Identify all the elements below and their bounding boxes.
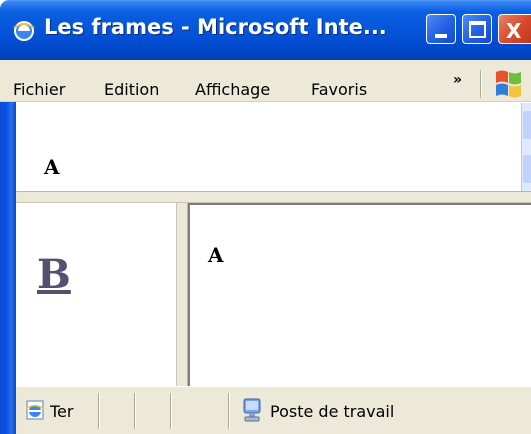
- status-bar: Ter Poste de travail: [16, 386, 531, 434]
- frame-right-text: A: [208, 243, 224, 267]
- frame-right: A: [188, 203, 531, 386]
- frame-splitter-vertical[interactable]: [176, 203, 188, 386]
- status-divider: [170, 393, 172, 429]
- maximize-icon: [469, 21, 486, 38]
- security-zone-label: Poste de travail: [270, 402, 395, 421]
- status-divider: [134, 393, 136, 429]
- window-title: Les frames - Microsoft Inte...: [44, 15, 387, 39]
- frame-top: A: [16, 103, 531, 191]
- frame-splitter-horizontal[interactable]: [16, 191, 531, 203]
- status-divider: [98, 393, 100, 429]
- ie-icon[interactable]: [12, 19, 36, 43]
- minimize-icon: [435, 34, 447, 38]
- computer-icon: [243, 398, 261, 422]
- ie-page-icon: [25, 400, 45, 420]
- menu-overflow-chevron-icon[interactable]: »: [453, 72, 462, 88]
- menu-fichier[interactable]: Fichier: [13, 80, 65, 99]
- frame-left: B: [16, 203, 176, 386]
- minimize-button[interactable]: [426, 14, 456, 44]
- menu-affichage[interactable]: Affichage: [195, 80, 270, 99]
- top-frame-scrollbar[interactable]: [521, 103, 531, 191]
- menu-bar: Fichier Edition Affichage Favoris »: [0, 60, 531, 102]
- menu-separator: [480, 70, 482, 98]
- window-frame-left: [0, 60, 16, 434]
- scroll-up-button[interactable]: [523, 111, 531, 139]
- frame-top-text: A: [44, 155, 60, 179]
- scroll-down-button[interactable]: [523, 155, 531, 183]
- menu-edition[interactable]: Edition: [104, 80, 159, 99]
- title-bar[interactable]: Les frames - Microsoft Inte... X: [0, 0, 531, 60]
- menu-favoris[interactable]: Favoris: [311, 80, 367, 99]
- close-icon: X: [506, 19, 522, 43]
- status-text: Ter: [50, 402, 74, 421]
- close-button[interactable]: X: [498, 14, 531, 44]
- status-divider: [228, 393, 230, 429]
- windows-flag-icon: [496, 70, 521, 98]
- frame-link-b[interactable]: B: [37, 251, 71, 298]
- maximize-button[interactable]: [462, 14, 492, 44]
